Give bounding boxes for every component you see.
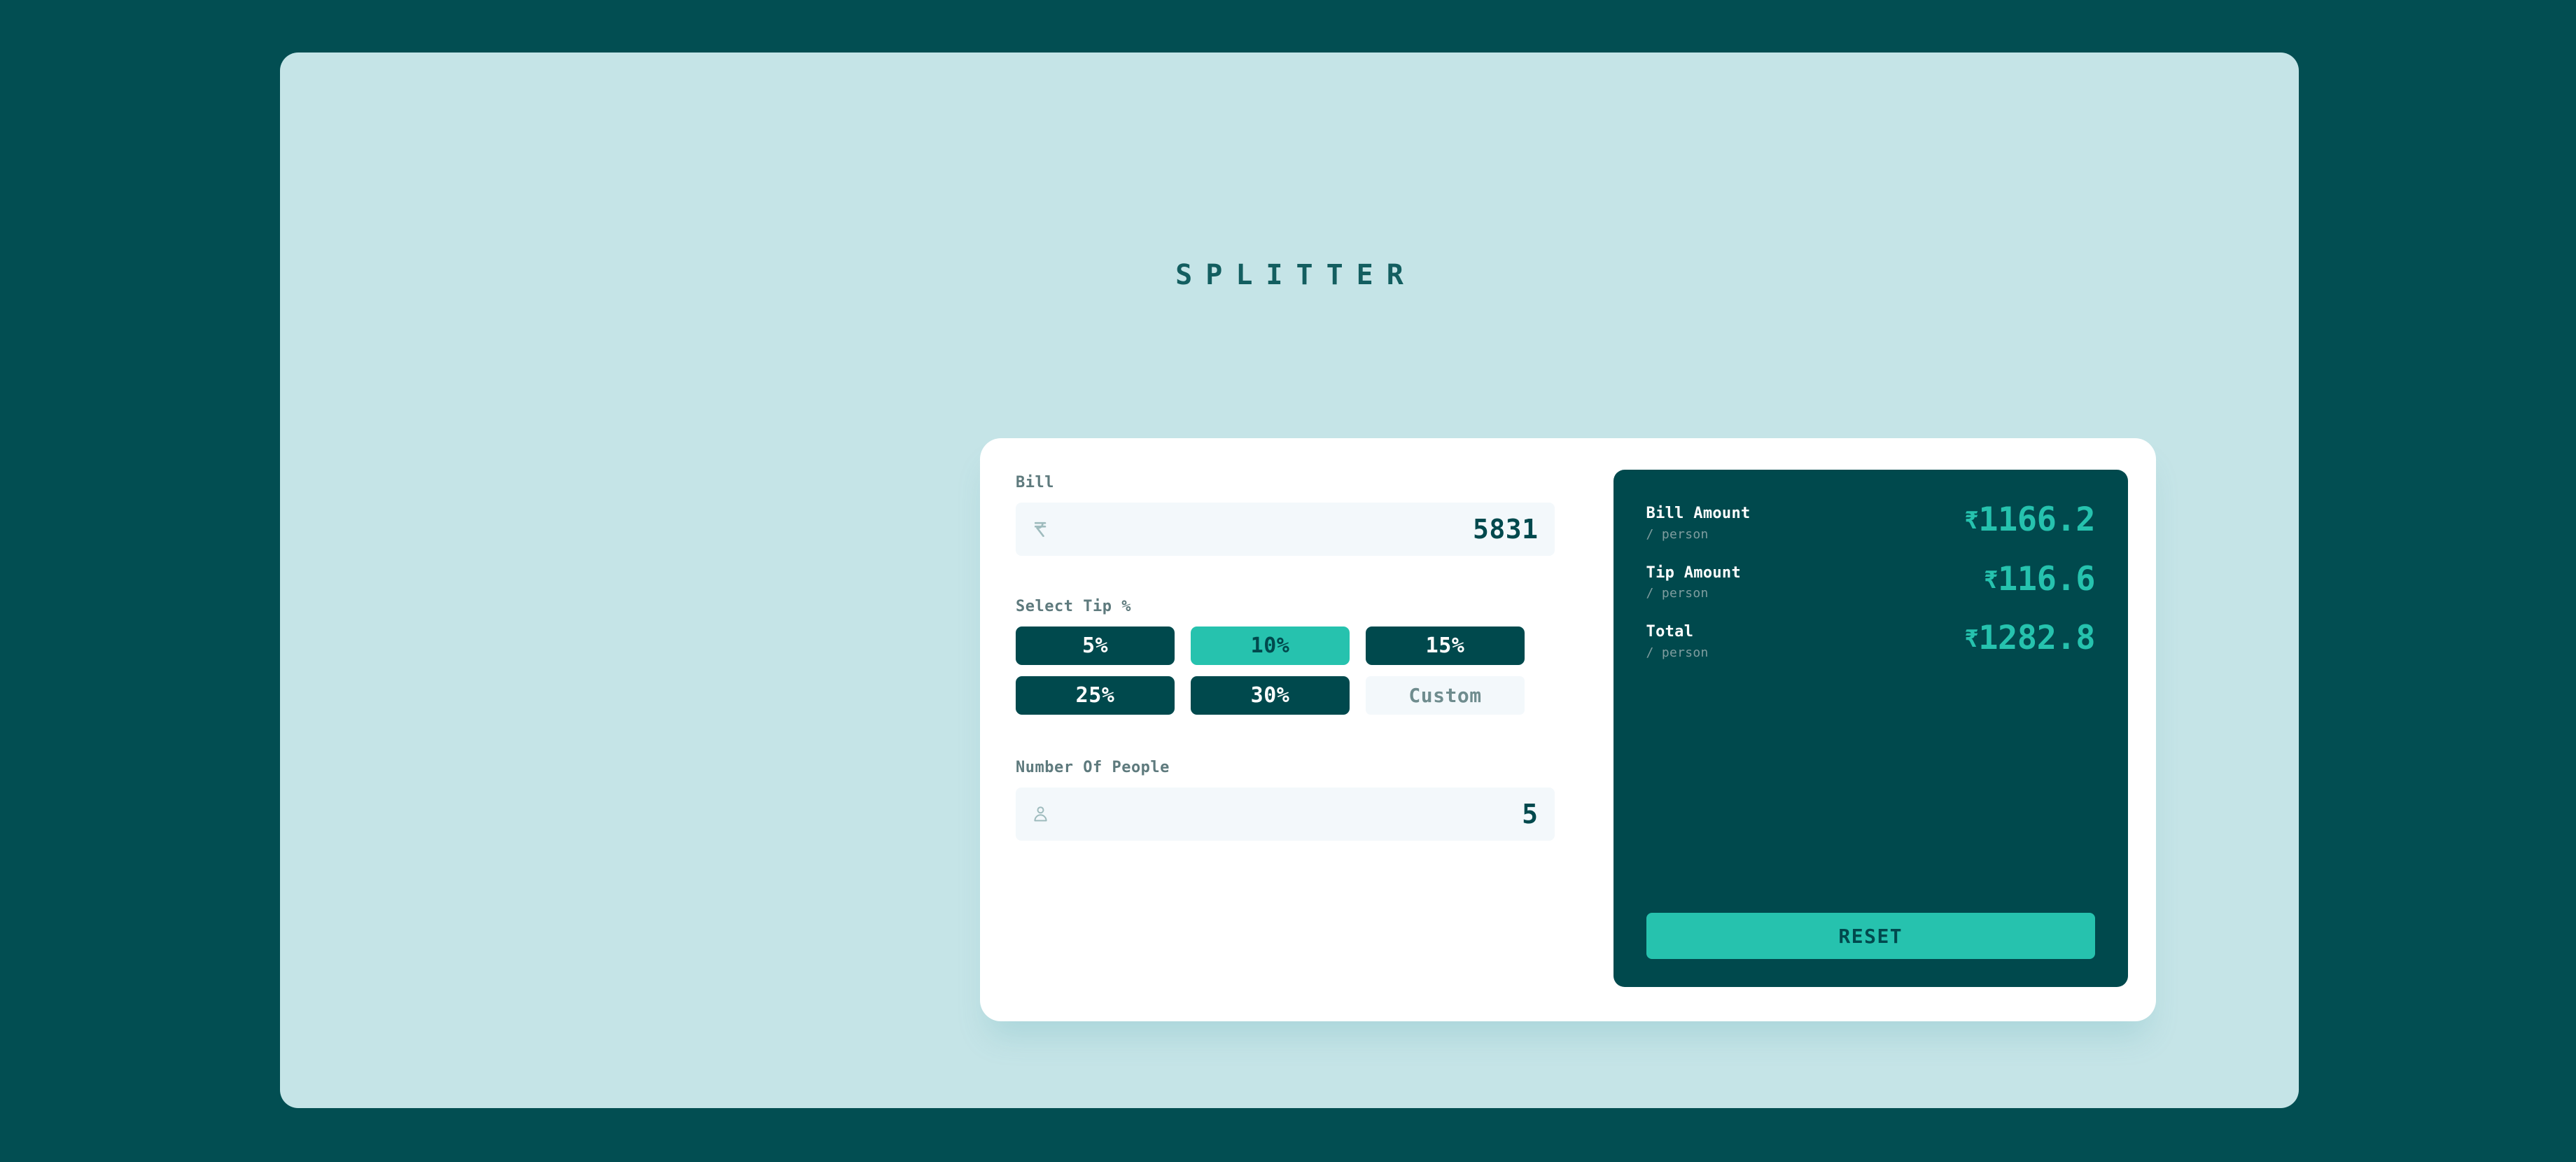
result-amount: ₹1166.2	[1964, 503, 2095, 537]
tip-button-10[interactable]: 10%	[1191, 626, 1350, 665]
spacer-bill-tip	[1016, 556, 1555, 598]
currency-symbol: ₹	[1964, 507, 1979, 535]
tip-button-5[interactable]: 5%	[1016, 626, 1175, 665]
result-subtitle: / person	[1646, 526, 1709, 542]
people-input[interactable]: 5	[1016, 788, 1555, 841]
result-title: Tip Amount	[1646, 564, 1741, 582]
rupee-icon	[1031, 519, 1049, 540]
amount-number: 1282.8	[1978, 619, 2095, 657]
tip-button-30[interactable]: 30%	[1191, 676, 1350, 715]
result-title: Bill Amount	[1646, 505, 1751, 522]
currency-symbol: ₹	[1984, 566, 1998, 594]
tip-button-25[interactable]: 25%	[1016, 676, 1175, 715]
result-labels: Total / person	[1646, 621, 1709, 660]
tip-button-15[interactable]: 15%	[1366, 626, 1525, 665]
result-subtitle: / person	[1646, 586, 1709, 601]
result-subtitle: / person	[1646, 645, 1709, 660]
bill-input[interactable]: 5831	[1016, 503, 1555, 556]
bill-value: 5831	[1473, 514, 1539, 545]
reset-button[interactable]: RESET	[1646, 913, 2095, 959]
result-labels: Tip Amount / person	[1646, 562, 1741, 601]
app-stage: SPLITTER Bill 5831 Select Tip % 5% 10% 1…	[280, 52, 2299, 1108]
spacer-tip-people	[1016, 715, 1555, 759]
result-row-tip-amount: Tip Amount / person ₹116.6	[1646, 559, 2096, 601]
people-value: 5	[1522, 799, 1539, 830]
people-label: Number Of People	[1016, 759, 1170, 776]
result-labels: Bill Amount / person	[1646, 503, 1751, 542]
page-title: SPLITTER	[1175, 259, 1417, 291]
bill-label: Bill	[1016, 474, 1054, 491]
result-title: Total	[1646, 623, 1694, 640]
result-row-bill-amount: Bill Amount / person ₹1166.2	[1646, 503, 2096, 542]
form-column: Bill 5831 Select Tip % 5% 10% 15% 25% 30…	[1008, 463, 1563, 993]
tip-label: Select Tip %	[1016, 598, 1131, 615]
result-amount: ₹116.6	[1984, 559, 2095, 598]
tip-options-grid: 5% 10% 15% 25% 30% Custom	[1016, 626, 1555, 715]
calculator-card: Bill 5831 Select Tip % 5% 10% 15% 25% 30…	[980, 438, 2156, 1021]
panel-spacer	[1646, 680, 2095, 913]
result-amount: ₹1282.8	[1964, 621, 2095, 655]
currency-symbol: ₹	[1964, 625, 1979, 653]
amount-number: 1166.2	[1978, 500, 2095, 539]
result-row-total: Total / person ₹1282.8	[1646, 621, 2096, 660]
results-panel: Bill Amount / person ₹1166.2 Tip Amount …	[1613, 470, 2128, 987]
tip-custom-input[interactable]: Custom	[1366, 676, 1525, 715]
amount-number: 116.6	[1998, 559, 2095, 598]
person-icon	[1031, 804, 1049, 825]
